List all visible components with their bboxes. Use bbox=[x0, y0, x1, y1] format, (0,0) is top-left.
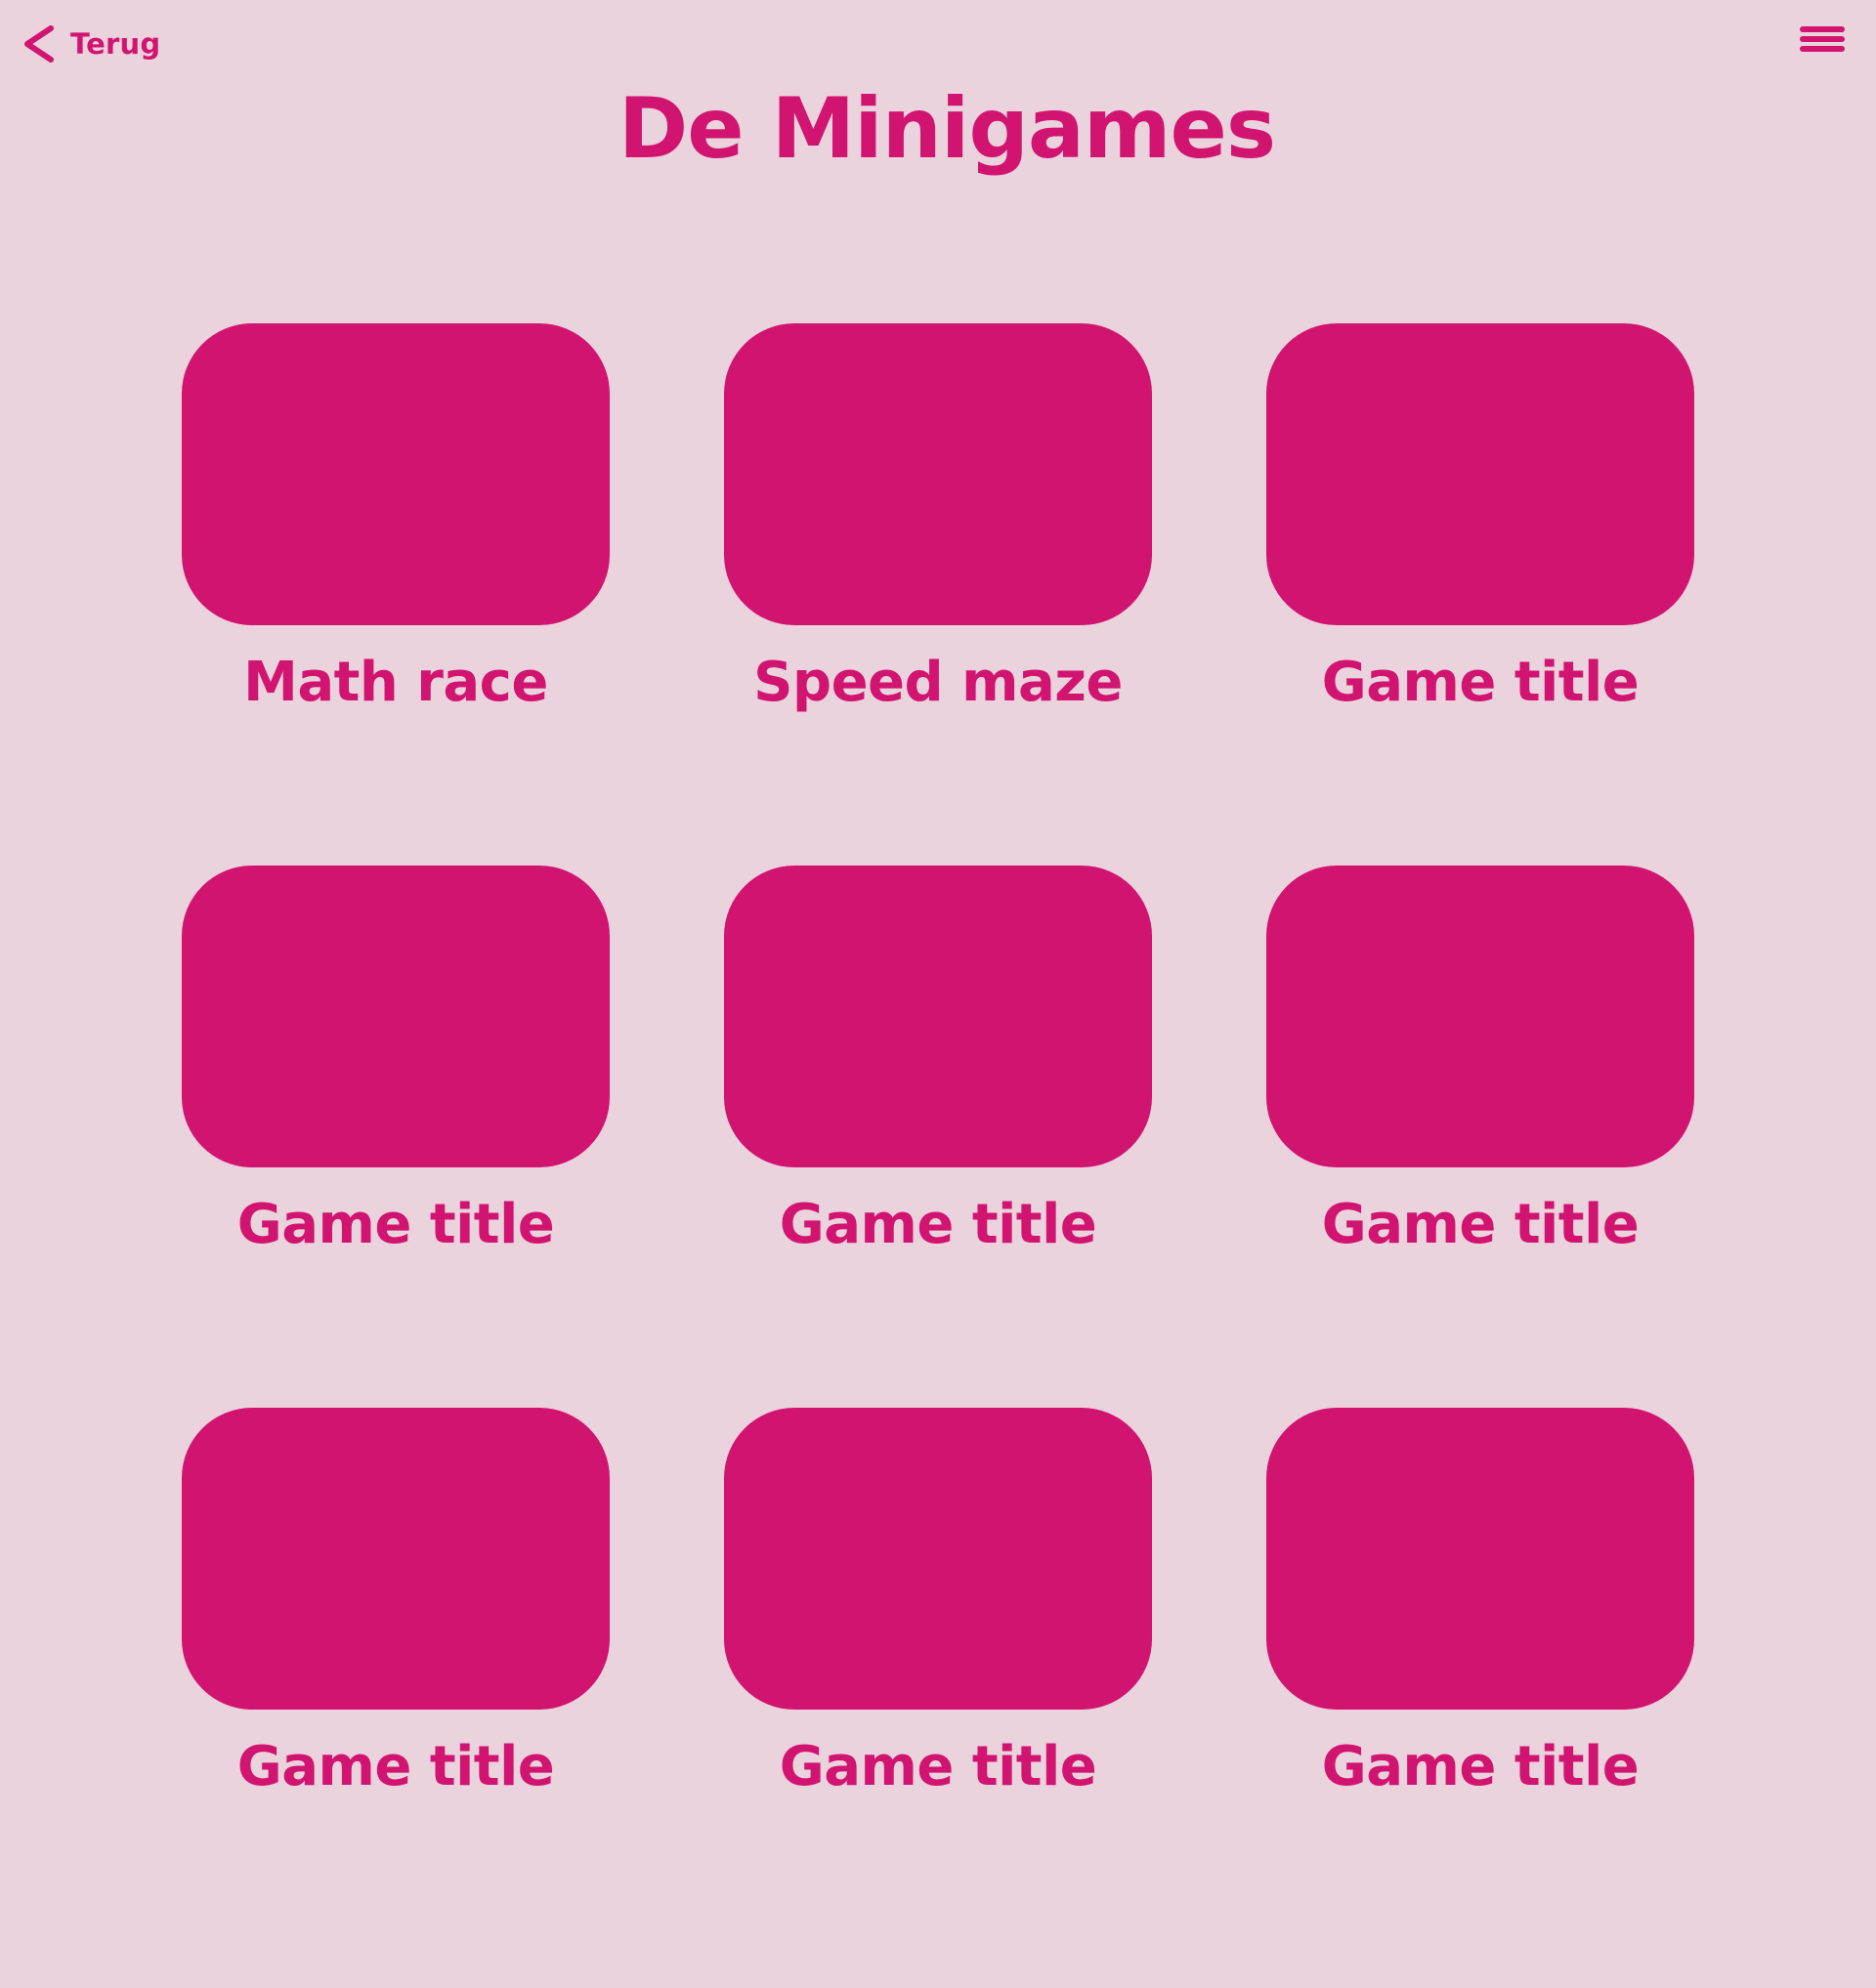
game-thumbnail[interactable] bbox=[1266, 866, 1694, 1167]
game-card-speed-maze[interactable]: Speed maze bbox=[724, 323, 1152, 748]
game-thumbnail[interactable] bbox=[724, 1408, 1152, 1710]
chevron-left-icon bbox=[21, 23, 55, 64]
game-title: Game title bbox=[1321, 1735, 1640, 1798]
game-thumbnail[interactable] bbox=[182, 323, 610, 625]
hamburger-menu-icon bbox=[1798, 20, 1847, 61]
game-thumbnail[interactable] bbox=[1266, 1408, 1694, 1710]
game-title: Game title bbox=[779, 1735, 1097, 1798]
game-thumbnail[interactable] bbox=[1266, 323, 1694, 625]
game-title: Game title bbox=[779, 1193, 1097, 1256]
game-card[interactable]: Game title bbox=[1266, 323, 1694, 748]
game-card[interactable]: Game title bbox=[724, 1408, 1152, 1833]
game-title: Game title bbox=[1321, 1193, 1640, 1256]
back-button[interactable]: Terug bbox=[21, 21, 160, 66]
game-title: Speed maze bbox=[753, 651, 1123, 714]
game-card-math-race[interactable]: Math race bbox=[182, 323, 610, 748]
back-label: Terug bbox=[70, 27, 161, 61]
game-thumbnail[interactable] bbox=[182, 866, 610, 1167]
game-card[interactable]: Game title bbox=[182, 1408, 610, 1833]
game-title: Math race bbox=[243, 651, 548, 714]
game-card[interactable]: Game title bbox=[1266, 866, 1694, 1290]
game-card[interactable]: Game title bbox=[724, 866, 1152, 1290]
menu-button[interactable] bbox=[1798, 20, 1847, 61]
game-title: Game title bbox=[1321, 651, 1640, 714]
game-title: Game title bbox=[236, 1193, 555, 1256]
game-thumbnail[interactable] bbox=[724, 866, 1152, 1167]
game-title: Game title bbox=[236, 1735, 555, 1798]
page-title: De Minigames bbox=[618, 80, 1276, 178]
game-thumbnail[interactable] bbox=[182, 1408, 610, 1710]
game-card[interactable]: Game title bbox=[182, 866, 610, 1290]
game-grid: Math race Speed maze Game title Game tit… bbox=[182, 323, 1694, 1833]
game-card[interactable]: Game title bbox=[1266, 1408, 1694, 1833]
game-thumbnail[interactable] bbox=[724, 323, 1152, 625]
